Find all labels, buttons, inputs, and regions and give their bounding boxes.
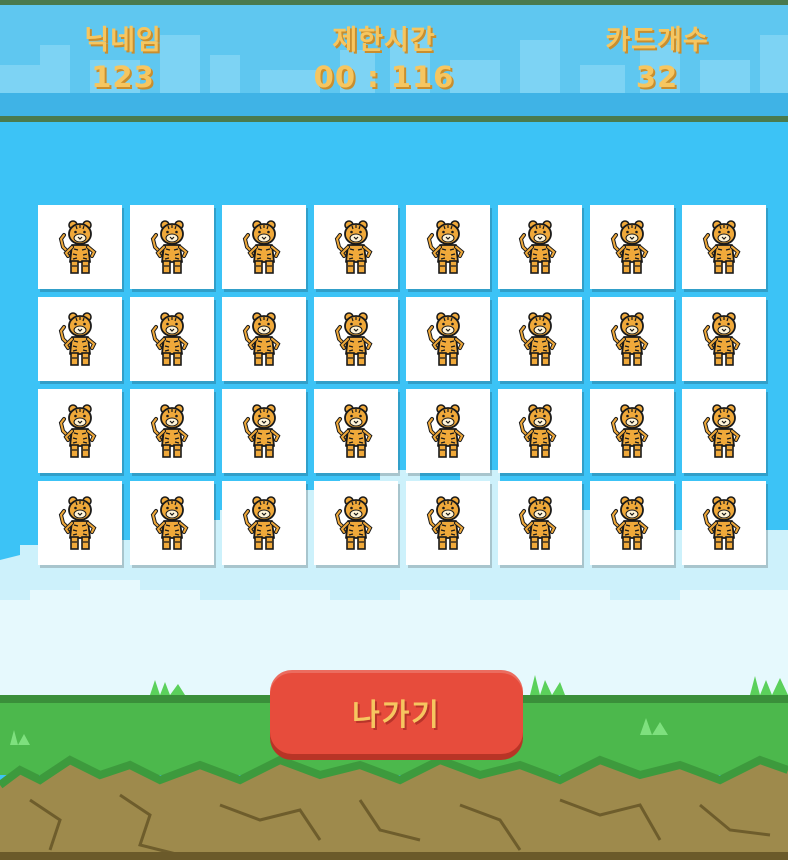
memory-card[interactable] bbox=[314, 205, 398, 289]
time-limit-value: 00 : 116 bbox=[313, 60, 455, 94]
memory-card[interactable] bbox=[38, 297, 122, 381]
memory-card[interactable] bbox=[498, 389, 582, 473]
tiger-icon bbox=[59, 311, 96, 367]
memory-card[interactable] bbox=[130, 389, 214, 473]
tiger-icon bbox=[59, 403, 96, 459]
memory-card[interactable] bbox=[314, 297, 398, 381]
tiger-icon bbox=[335, 495, 372, 551]
memory-card[interactable] bbox=[406, 389, 490, 473]
memory-card[interactable] bbox=[590, 297, 674, 381]
card-board bbox=[38, 205, 766, 565]
tiger-icon bbox=[59, 219, 96, 275]
card-count-stat: 카드개수 32 bbox=[557, 25, 757, 97]
card-count-value: 32 bbox=[635, 60, 679, 94]
tiger-icon bbox=[611, 311, 648, 367]
tiger-icon bbox=[703, 219, 740, 275]
tiger-icon bbox=[611, 219, 648, 275]
nickname-label: 닉네임 bbox=[84, 25, 162, 56]
memory-card[interactable] bbox=[222, 205, 306, 289]
nickname-value: 123 bbox=[91, 60, 155, 94]
memory-card[interactable] bbox=[314, 389, 398, 473]
memory-card[interactable] bbox=[406, 205, 490, 289]
tiger-icon bbox=[335, 311, 372, 367]
tiger-icon bbox=[335, 219, 372, 275]
tiger-icon bbox=[519, 311, 556, 367]
tiger-icon bbox=[427, 495, 464, 551]
memory-card[interactable] bbox=[498, 297, 582, 381]
memory-card[interactable] bbox=[682, 389, 766, 473]
memory-card[interactable] bbox=[498, 205, 582, 289]
tiger-icon bbox=[151, 403, 188, 459]
tiger-icon bbox=[519, 219, 556, 275]
memory-card[interactable] bbox=[38, 389, 122, 473]
memory-card[interactable] bbox=[314, 481, 398, 565]
tiger-icon bbox=[243, 219, 280, 275]
tiger-icon bbox=[519, 495, 556, 551]
tiger-icon bbox=[151, 495, 188, 551]
exit-button[interactable]: 나가기 bbox=[270, 670, 523, 754]
tiger-icon bbox=[59, 495, 96, 551]
memory-card[interactable] bbox=[222, 297, 306, 381]
tiger-icon bbox=[703, 403, 740, 459]
tiger-icon bbox=[427, 403, 464, 459]
tiger-icon bbox=[519, 403, 556, 459]
memory-card[interactable] bbox=[498, 481, 582, 565]
tiger-icon bbox=[243, 495, 280, 551]
memory-card[interactable] bbox=[38, 481, 122, 565]
memory-card[interactable] bbox=[682, 205, 766, 289]
memory-card[interactable] bbox=[590, 481, 674, 565]
nickname-stat: 닉네임 123 bbox=[23, 25, 223, 97]
time-limit-label: 제한시간 bbox=[332, 25, 436, 56]
tiger-icon bbox=[611, 495, 648, 551]
tiger-icon bbox=[243, 311, 280, 367]
memory-card[interactable] bbox=[590, 205, 674, 289]
tiger-icon bbox=[151, 311, 188, 367]
memory-card[interactable] bbox=[406, 481, 490, 565]
memory-card[interactable] bbox=[130, 297, 214, 381]
exit-button-label: 나가기 bbox=[352, 698, 441, 733]
tiger-icon bbox=[427, 219, 464, 275]
tiger-icon bbox=[703, 311, 740, 367]
tiger-icon bbox=[151, 219, 188, 275]
memory-card[interactable] bbox=[682, 297, 766, 381]
tiger-icon bbox=[427, 311, 464, 367]
memory-card[interactable] bbox=[130, 205, 214, 289]
memory-card[interactable] bbox=[590, 389, 674, 473]
memory-card[interactable] bbox=[222, 389, 306, 473]
tiger-icon bbox=[243, 403, 280, 459]
memory-card[interactable] bbox=[682, 481, 766, 565]
tiger-icon bbox=[335, 403, 372, 459]
tiger-icon bbox=[703, 495, 740, 551]
memory-card[interactable] bbox=[406, 297, 490, 381]
memory-card[interactable] bbox=[38, 205, 122, 289]
memory-card[interactable] bbox=[222, 481, 306, 565]
memory-card[interactable] bbox=[130, 481, 214, 565]
header-bar: 닉네임 123 제한시간 00 : 116 카드개수 32 bbox=[0, 0, 788, 122]
card-count-label: 카드개수 bbox=[605, 25, 709, 56]
time-limit-stat: 제한시간 00 : 116 bbox=[284, 25, 484, 97]
tiger-icon bbox=[611, 403, 648, 459]
